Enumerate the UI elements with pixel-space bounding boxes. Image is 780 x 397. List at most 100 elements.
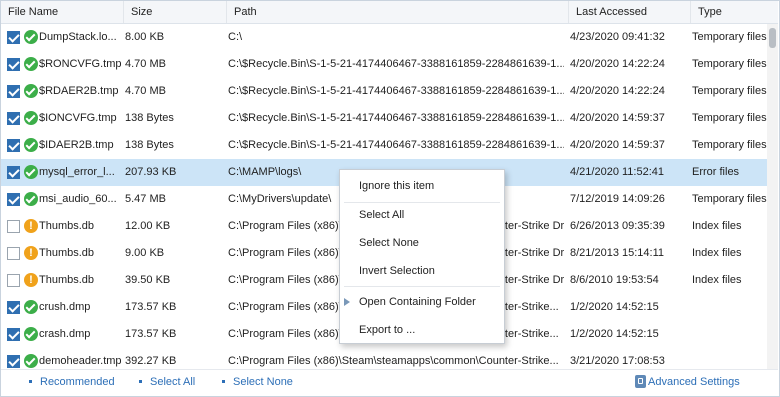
menu-item-select-none[interactable]: Select None bbox=[340, 231, 504, 255]
table-row[interactable]: DumpStack.lo... 8.00 KB C:\ 4/23/2020 09:41… bbox=[1, 24, 767, 51]
check-circle-icon bbox=[24, 84, 38, 98]
check-circle-icon bbox=[24, 138, 38, 152]
size-cell: 8.00 KB bbox=[125, 31, 165, 43]
settings-icon[interactable] bbox=[635, 375, 646, 388]
vertical-scrollbar[interactable] bbox=[767, 24, 778, 369]
row-checkbox[interactable] bbox=[7, 31, 20, 44]
check-circle-icon bbox=[24, 57, 38, 71]
file-name-cell: crush.dmp bbox=[39, 301, 91, 313]
warning-icon bbox=[24, 246, 38, 260]
file-name-cell: Thumbs.db bbox=[39, 247, 95, 259]
type-cell: Temporary files bbox=[692, 139, 767, 151]
last-accessed-cell: 3/21/2020 17:08:53 bbox=[570, 355, 665, 367]
row-checkbox[interactable] bbox=[7, 301, 20, 314]
type-cell: Temporary files bbox=[692, 112, 767, 124]
check-circle-icon bbox=[24, 300, 38, 314]
recommended-link[interactable]: Recommended bbox=[40, 370, 115, 394]
row-checkbox[interactable] bbox=[7, 139, 20, 152]
column-header-file-name[interactable]: File Name bbox=[1, 1, 124, 23]
size-cell: 4.70 MB bbox=[125, 58, 166, 70]
file-name-cell: mysql_error_l... bbox=[39, 166, 115, 178]
row-checkbox[interactable] bbox=[7, 247, 20, 260]
menu-item-label: Open Containing Folder bbox=[359, 296, 476, 308]
type-cell bbox=[692, 294, 767, 321]
last-accessed-cell: 1/2/2020 14:52:15 bbox=[570, 301, 659, 313]
size-cell: 9.00 KB bbox=[125, 247, 165, 259]
check-circle-icon bbox=[24, 192, 38, 206]
table-header: File Name Size Path Last Accessed Type bbox=[1, 1, 778, 24]
row-checkbox[interactable] bbox=[7, 85, 20, 98]
table-row[interactable]: $RONCVFG.tmp 4.70 MB C:\$Recycle.Bin\S-1-5… bbox=[1, 51, 767, 78]
menu-separator bbox=[344, 286, 500, 287]
column-header-size[interactable]: Size bbox=[124, 1, 227, 23]
column-header-type[interactable]: Type bbox=[691, 1, 778, 23]
type-cell: Temporary files bbox=[692, 58, 767, 70]
table-row[interactable]: $IDAER2B.tmp 138 Bytes C:\$Recycle.Bin\S-1… bbox=[1, 132, 767, 159]
table-row[interactable]: $RDAER2B.tmp 4.70 MB C:\$Recycle.Bin\S-1-5… bbox=[1, 78, 767, 105]
row-checkbox[interactable] bbox=[7, 166, 20, 179]
check-circle-icon bbox=[24, 327, 38, 341]
path-cell: C:\$Recycle.Bin\S-1-5-21-4174406467-3388… bbox=[228, 139, 564, 151]
type-cell: Index files bbox=[692, 220, 742, 232]
type-cell: Index files bbox=[692, 274, 742, 286]
bullet-icon bbox=[29, 380, 32, 383]
file-name-cell: $RDAER2B.tmp bbox=[39, 85, 119, 97]
row-checkbox[interactable] bbox=[7, 220, 20, 233]
path-cell: C:\$Recycle.Bin\S-1-5-21-4174406467-3388… bbox=[228, 112, 564, 124]
type-cell: Temporary files bbox=[692, 85, 767, 97]
row-checkbox[interactable] bbox=[7, 193, 20, 206]
table-row[interactable]: demoheader.tmp 392.27 KB C:\Program Files … bbox=[1, 348, 767, 369]
last-accessed-cell: 4/20/2020 14:59:37 bbox=[570, 112, 665, 124]
scrollbar-thumb[interactable] bbox=[769, 28, 776, 48]
row-checkbox[interactable] bbox=[7, 328, 20, 341]
row-checkbox[interactable] bbox=[7, 112, 20, 125]
file-name-cell: $RONCVFG.tmp bbox=[39, 58, 121, 70]
menu-item-open-containing-folder[interactable]: Open Containing Folder bbox=[340, 290, 504, 314]
menu-item-export-to[interactable]: Export to ... bbox=[340, 318, 504, 342]
row-checkbox[interactable] bbox=[7, 58, 20, 71]
path-cell: C:\Program Files (x86)\Steam\steamapps\c… bbox=[228, 355, 559, 367]
menu-item-invert-selection[interactable]: Invert Selection bbox=[340, 259, 504, 283]
column-header-path[interactable]: Path bbox=[227, 1, 569, 23]
last-accessed-cell: 4/20/2020 14:59:37 bbox=[570, 139, 665, 151]
type-cell: Error files bbox=[692, 166, 740, 178]
size-cell: 173.57 KB bbox=[125, 328, 177, 340]
select-none-link[interactable]: Select None bbox=[233, 370, 293, 394]
file-name-cell: Thumbs.db bbox=[39, 220, 95, 232]
size-cell: 138 Bytes bbox=[125, 139, 174, 151]
menu-item-select-all[interactable]: Select All bbox=[340, 203, 504, 227]
advanced-settings-link[interactable]: Advanced Settings bbox=[648, 370, 740, 394]
context-menu: Ignore this item Select All Select None … bbox=[339, 169, 505, 344]
size-cell: 4.70 MB bbox=[125, 85, 166, 97]
size-cell: 12.00 KB bbox=[125, 220, 171, 232]
footer-bar: Recommended Select All Select None Advan… bbox=[1, 369, 778, 396]
file-name-cell: Thumbs.db bbox=[39, 274, 95, 286]
size-cell: 173.57 KB bbox=[125, 301, 177, 313]
last-accessed-cell: 8/6/2010 19:53:54 bbox=[570, 274, 659, 286]
table-row[interactable]: $IONCVFG.tmp 138 Bytes C:\$Recycle.Bin\S-1… bbox=[1, 105, 767, 132]
last-accessed-cell: 6/26/2013 09:35:39 bbox=[570, 220, 665, 232]
file-name-cell: crash.dmp bbox=[39, 328, 91, 340]
row-checkbox[interactable] bbox=[7, 274, 20, 287]
bullet-icon bbox=[222, 380, 225, 383]
file-name-cell: msi_audio_60... bbox=[39, 193, 117, 205]
type-cell: Index files bbox=[692, 247, 742, 259]
warning-icon bbox=[24, 273, 38, 287]
warning-icon bbox=[24, 219, 38, 233]
menu-item-ignore-this-item[interactable]: Ignore this item bbox=[340, 174, 504, 198]
type-cell bbox=[692, 348, 767, 369]
file-name-cell: $IDAER2B.tmp bbox=[39, 139, 114, 151]
bullet-icon bbox=[139, 380, 142, 383]
type-cell: Temporary files bbox=[692, 193, 767, 205]
check-circle-icon bbox=[24, 30, 38, 44]
file-name-cell: DumpStack.lo... bbox=[39, 31, 117, 43]
file-name-cell: $IONCVFG.tmp bbox=[39, 112, 117, 124]
check-circle-icon bbox=[24, 111, 38, 125]
select-all-link[interactable]: Select All bbox=[150, 370, 195, 394]
last-accessed-cell: 4/23/2020 09:41:32 bbox=[570, 31, 665, 43]
row-checkbox[interactable] bbox=[7, 355, 20, 368]
path-cell: C:\$Recycle.Bin\S-1-5-21-4174406467-3388… bbox=[228, 58, 564, 70]
type-cell bbox=[692, 321, 767, 348]
type-cell: Temporary files bbox=[692, 31, 767, 43]
column-header-last-accessed[interactable]: Last Accessed bbox=[569, 1, 691, 23]
